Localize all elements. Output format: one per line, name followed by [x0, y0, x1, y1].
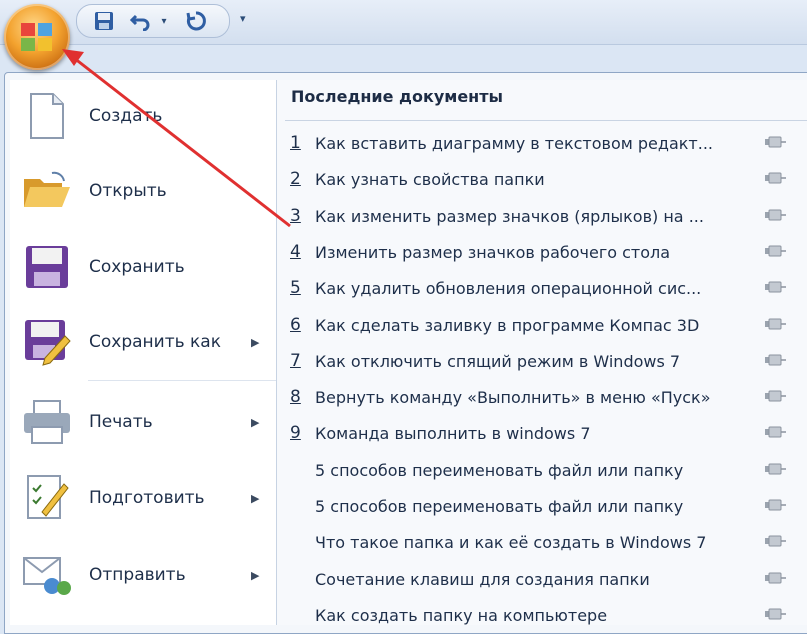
undo-dropdown-icon[interactable]: ▾ [158, 8, 170, 34]
recent-document-title: 5 способов переименовать файл или папку [315, 497, 684, 516]
menu-item-label: Сохранить как [89, 332, 221, 352]
recent-document-item[interactable]: 8 Вернуть команду «Выполнить» в меню «Пус… [277, 380, 807, 414]
recent-documents-divider [285, 120, 807, 121]
recent-document-title: Как удалить обновления операционной сис.… [315, 279, 702, 299]
recent-document-title: Как узнать свойства папки [315, 170, 545, 190]
submenu-arrow-icon: ▶ [251, 415, 260, 429]
save-icon [22, 242, 72, 292]
submenu-arrow-icon: ▶ [251, 491, 260, 505]
pin-icon[interactable] [763, 279, 787, 299]
pin-icon[interactable] [763, 461, 787, 481]
recent-document-number: 9 [290, 423, 301, 444]
customize-toolbar-icon[interactable]: ▾ [240, 12, 246, 25]
recent-document-item[interactable]: Как создать папку на компьютере [277, 598, 807, 632]
menu-commands-panel: Создать Открыть Сохранить Сохранить как … [10, 80, 277, 625]
print-icon [22, 397, 72, 447]
recent-document-title: 5 способов переименовать файл или папку [315, 460, 684, 480]
save-icon[interactable] [92, 8, 116, 34]
recent-document-number: 4 [290, 241, 301, 262]
menu-item-label: Подготовить [89, 488, 205, 508]
pin-icon[interactable] [763, 533, 787, 553]
pin-icon[interactable] [763, 207, 787, 227]
recent-document-title: Как отключить спящий режим в Windows 7 [315, 351, 681, 371]
office-logo-icon [21, 23, 52, 51]
recent-document-item[interactable]: 4 Изменить размер значков рабочего стола [277, 235, 807, 269]
open-folder-icon [22, 166, 72, 216]
pin-icon[interactable] [763, 170, 787, 190]
recent-document-title: Что такое папка и как её создать в Windo… [315, 533, 707, 553]
menu-item-label: Создать [89, 106, 163, 126]
recent-document-item[interactable]: 6 Как сделать заливку в программе Компас … [277, 308, 807, 342]
recent-document-number: 6 [290, 314, 301, 335]
prepare-icon [22, 473, 72, 523]
recent-document-title: Команда выполнить в windows 7 [315, 424, 591, 444]
recent-documents-panel: Последние документы 1 Как вставить диагра… [277, 80, 807, 625]
send-icon [22, 550, 72, 600]
menu-item-print[interactable]: Печать ▶ [10, 386, 276, 458]
pin-icon[interactable] [763, 352, 787, 372]
recent-document-item[interactable]: Что такое папка и как её создать в Windo… [277, 525, 807, 559]
pin-icon[interactable] [763, 316, 787, 336]
recent-document-title: Как вставить диаграмму в текстовом редак… [315, 134, 713, 153]
recent-document-number: 2 [290, 169, 301, 190]
pin-icon[interactable] [763, 570, 787, 590]
save-as-icon [22, 317, 72, 367]
menu-item-prepare[interactable]: Подготовить ▶ [10, 462, 276, 534]
recent-document-item[interactable]: 5 способов переименовать файл или папку [277, 453, 807, 487]
recent-document-title: Как сделать заливку в программе Компас 3… [315, 315, 700, 335]
recent-document-title: Вернуть команду «Выполнить» в меню «Пуск… [315, 388, 711, 408]
recent-document-item[interactable]: Сочетание клавиш для создания папки [277, 562, 807, 596]
submenu-arrow-icon: ▶ [251, 568, 260, 582]
recent-document-number: 8 [290, 387, 301, 408]
menu-item-save-as[interactable]: Сохранить как ▶ [10, 306, 276, 378]
recent-document-title: Изменить размер значков рабочего стола [315, 242, 671, 262]
recent-document-number: 7 [290, 350, 301, 371]
pin-icon[interactable] [763, 497, 787, 517]
recent-documents-title: Последние документы [291, 87, 503, 106]
menu-item-label: Сохранить [89, 257, 185, 277]
pin-icon[interactable] [763, 134, 787, 154]
menu-item-new[interactable]: Создать [10, 80, 276, 152]
menu-item-label: Печать [89, 412, 153, 432]
pin-icon[interactable] [763, 388, 787, 408]
recent-document-title: Как создать папку на компьютере [315, 605, 608, 625]
recent-document-title: Сочетание клавиш для создания папки [315, 569, 650, 589]
recent-document-item[interactable]: 9 Команда выполнить в windows 7 [277, 416, 807, 450]
menu-item-send[interactable]: Отправить ▶ [10, 539, 276, 611]
menu-item-label: Открыть [89, 181, 167, 201]
menu-item-label: Отправить [89, 565, 186, 585]
recent-document-item[interactable]: 7 Как отключить спящий режим в Windows 7 [277, 344, 807, 378]
quick-access-toolbar: ▾ ▾ [0, 0, 807, 45]
menu-divider [88, 380, 276, 381]
recent-document-number: 1 [290, 133, 301, 153]
new-document-icon [22, 91, 72, 141]
recent-document-item[interactable]: 3 Как изменить размер значков (ярлыков) н… [277, 199, 807, 233]
menu-item-open[interactable]: Открыть [10, 155, 276, 227]
submenu-arrow-icon: ▶ [251, 335, 260, 349]
pin-icon[interactable] [763, 606, 787, 626]
recent-document-item[interactable]: 2 Как узнать свойства папки [277, 162, 807, 196]
recent-document-item[interactable]: 1 Как вставить диаграмму в текстовом реда… [277, 126, 807, 160]
recent-document-item[interactable]: 5 Как удалить обновления операционной сис… [277, 271, 807, 305]
pin-icon[interactable] [763, 243, 787, 263]
recent-document-number: 5 [290, 278, 301, 299]
redo-icon[interactable] [183, 8, 209, 34]
recent-document-number: 3 [290, 205, 301, 226]
undo-icon[interactable] [128, 8, 154, 34]
office-button[interactable] [4, 4, 70, 70]
recent-document-title: Как изменить размер значков (ярлыков) на… [315, 206, 704, 226]
pin-icon[interactable] [763, 424, 787, 444]
recent-document-item[interactable]: 5 способов переименовать файл или папку [277, 489, 807, 523]
menu-item-save[interactable]: Сохранить [10, 231, 276, 303]
